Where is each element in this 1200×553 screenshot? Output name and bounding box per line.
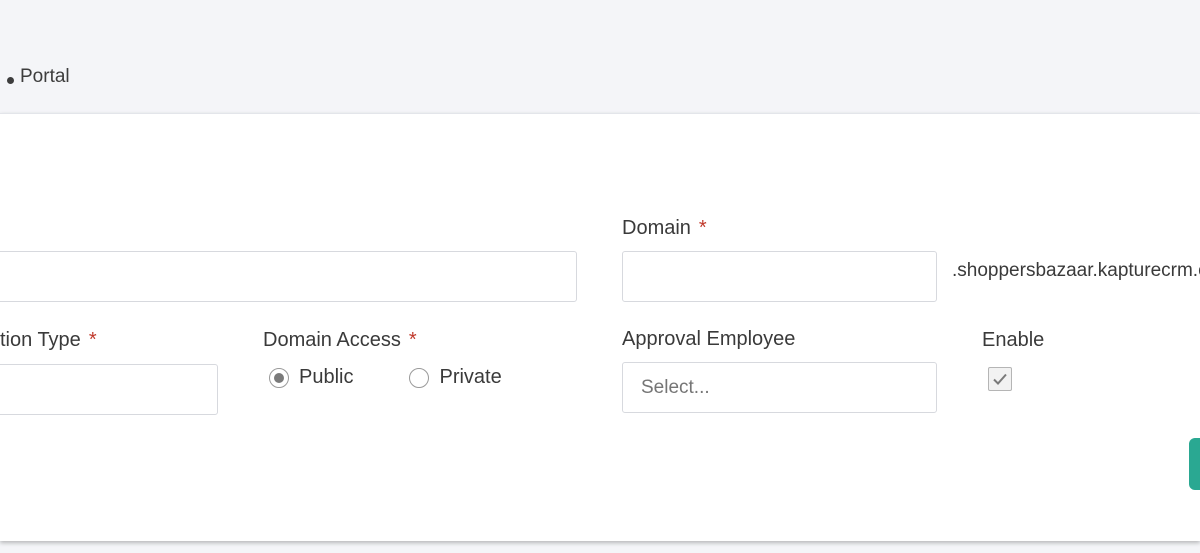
radio-private[interactable]: Private [409, 366, 502, 389]
form-panel: Domain* .shoppersbazaar.kapturecrm.com t… [0, 113, 1200, 541]
radio-private-circle-icon[interactable] [409, 367, 430, 388]
domain-required-mark: * [698, 217, 707, 239]
type-required-mark: * [88, 329, 97, 351]
domain-access-radio-group: Public Private [269, 366, 502, 389]
domain-input[interactable] [622, 251, 937, 302]
breadcrumb-current[interactable]: Portal [20, 66, 70, 88]
enable-label: Enable [982, 329, 1045, 351]
domain-suffix: .shoppersbazaar.kapturecrm.com [952, 260, 1200, 281]
radio-public[interactable]: Public [269, 366, 353, 389]
radio-private-label: Private [439, 366, 502, 388]
domain-label: Domain * [622, 217, 707, 239]
radio-public-label: Public [299, 366, 354, 388]
breadcrumb-dot-icon [7, 76, 14, 84]
enable-checkbox[interactable] [988, 367, 1012, 391]
domain-access-required-mark: * [408, 329, 417, 351]
top-header: Portal [0, 0, 1200, 113]
radio-public-circle-icon[interactable] [269, 367, 289, 388]
name-input[interactable] [0, 251, 577, 302]
type-input[interactable] [0, 364, 218, 415]
breadcrumb: Portal [7, 66, 70, 88]
submit-button[interactable] [1189, 438, 1200, 490]
approval-employee-label: Approval Employee [622, 328, 796, 350]
domain-access-label: Domain Access * [263, 329, 417, 351]
type-label: tion Type * [0, 329, 97, 351]
checkmark-icon [993, 373, 1007, 385]
approval-employee-select[interactable] [622, 362, 937, 413]
